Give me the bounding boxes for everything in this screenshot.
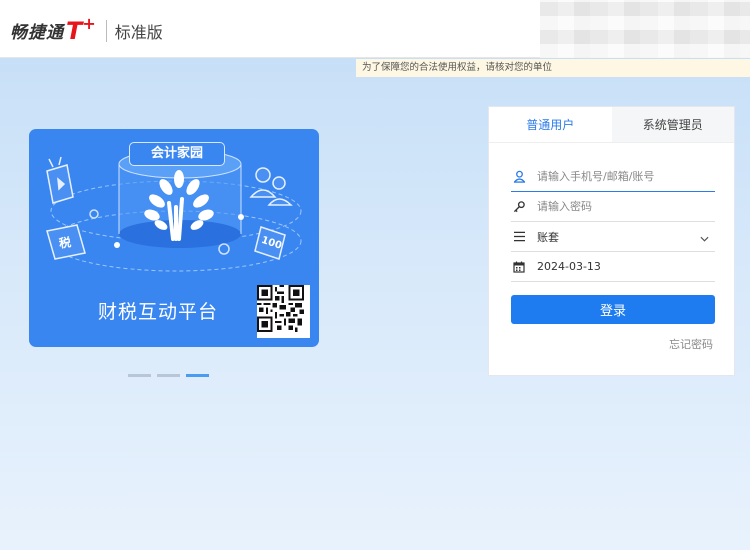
login-date-value: 2024-03-13 [537,260,601,273]
login-panel: 普通用户 系统管理员 账套 2024-03-13 登录 忘记密码 [488,106,735,376]
account-set-select[interactable]: 账套 [511,222,715,252]
banner-caption: 财税互动平台 [98,301,219,323]
carousel-dot-3[interactable] [186,374,209,377]
blurred-region [540,0,750,58]
calendar-icon [511,261,537,273]
tax-ticket-label: 税 [58,234,72,251]
brand-name: 畅捷通 [10,23,64,43]
top-header: 畅捷通 T + 标准版 [0,0,750,58]
brand-logo[interactable]: 畅捷通 T + 标准版 [10,14,163,45]
edition-label: 标准版 [114,22,163,42]
brand-t-mark: T [66,16,83,45]
notice-bar: 为了保障您的合法使用权益，请核对您的单位 [356,59,750,77]
banner-tag: 会计家园 [129,142,225,166]
key-icon [511,200,537,213]
password-input[interactable] [537,200,697,213]
chevron-down-icon[interactable] [700,227,709,246]
user-icon [511,170,537,183]
carousel-dot-1[interactable] [128,374,151,377]
username-row [511,162,715,192]
carousel-indicators [128,374,209,377]
login-button[interactable]: 登录 [511,295,715,324]
promo-banner[interactable]: 税 100 会计家园 财税互动平台 [29,129,319,347]
tab-regular-user[interactable]: 普通用户 [489,107,612,142]
date-row[interactable]: 2024-03-13 [511,252,715,282]
login-tabs: 普通用户 系统管理员 [489,107,734,143]
carousel-dot-2[interactable] [157,374,180,377]
brand-plus-mark: + [82,14,96,33]
qr-code-image [257,285,310,338]
forgot-password-link[interactable]: 忘记密码 [669,336,713,352]
tab-system-admin[interactable]: 系统管理员 [611,107,734,142]
menu-icon [511,231,537,242]
account-set-value: 账套 [537,230,559,244]
username-input[interactable] [537,170,697,183]
logo-divider [105,19,107,42]
password-row [511,192,715,222]
